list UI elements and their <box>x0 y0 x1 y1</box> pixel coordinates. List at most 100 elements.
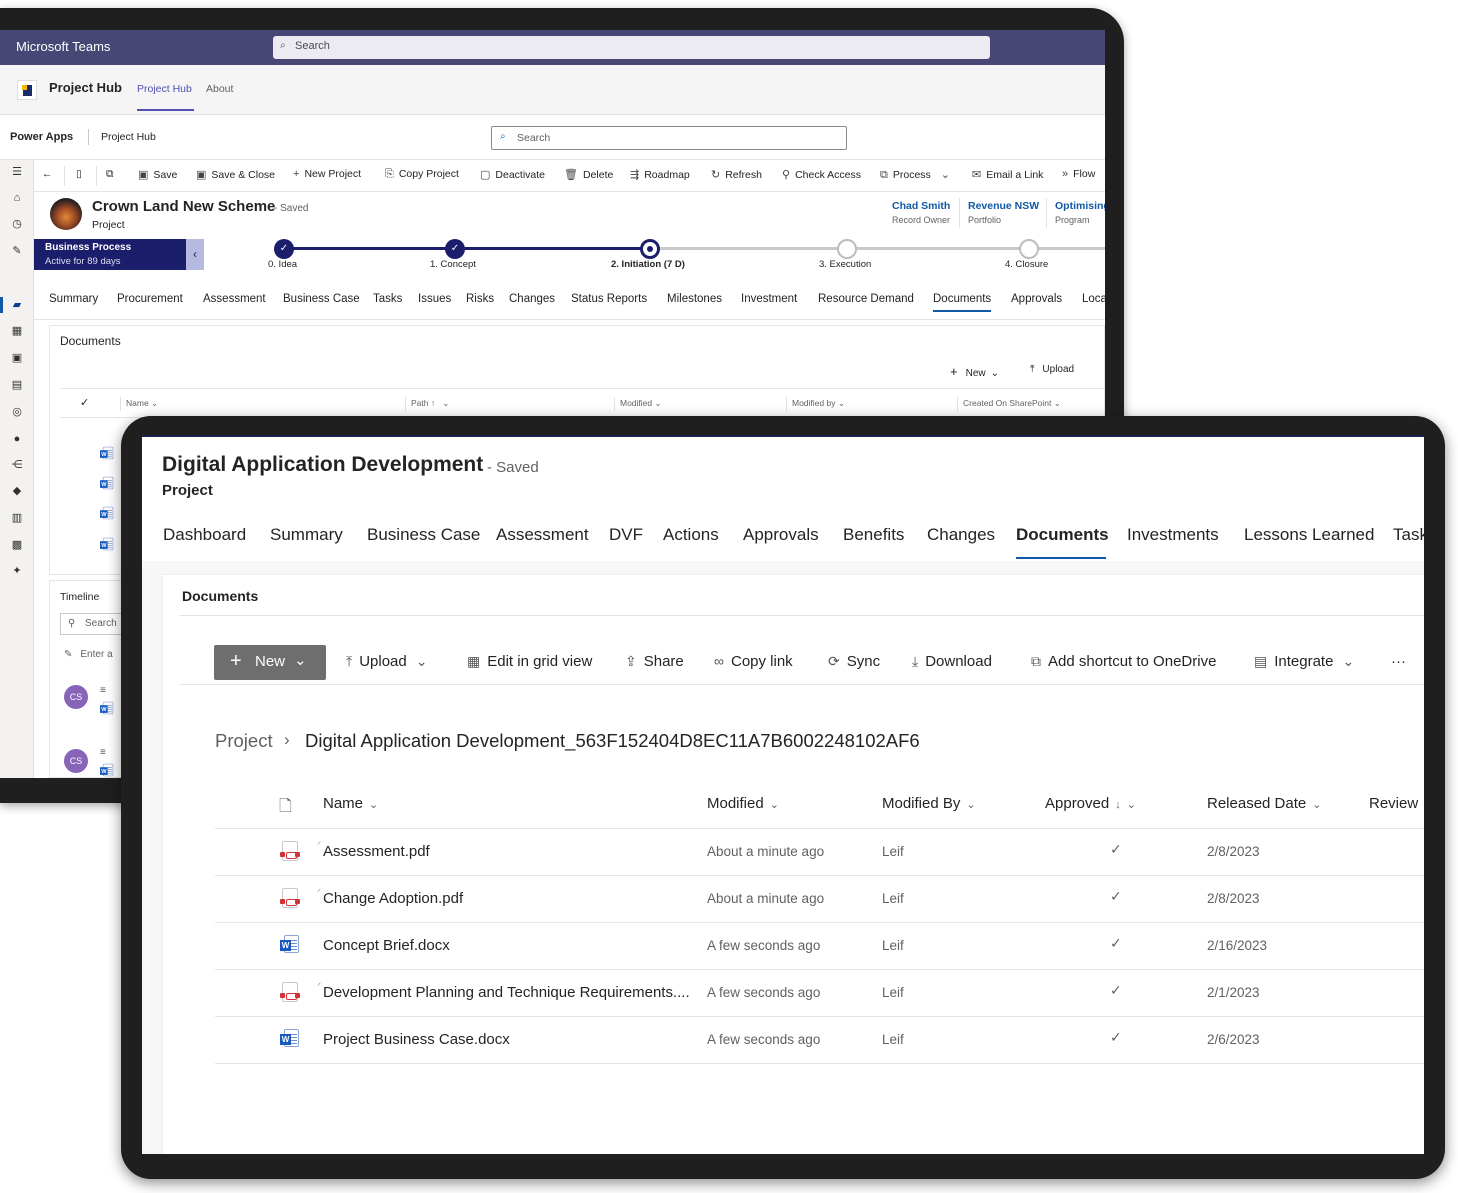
target-icon[interactable]: ◎ <box>9 404 25 420</box>
save-button[interactable]: ▣ Save <box>138 168 177 181</box>
table-row[interactable]: W Concept Brief.docx A few seconds ago L… <box>215 923 1424 970</box>
tab-investments[interactable]: Investments <box>1127 525 1219 545</box>
tab-issues[interactable]: Issues <box>418 293 451 305</box>
tab-business-case[interactable]: Business Case <box>283 293 360 305</box>
tab-dvf[interactable]: DVF <box>609 525 643 545</box>
app-name[interactable]: Project Hub <box>101 131 156 143</box>
more-button[interactable]: ··· <box>1391 653 1406 670</box>
copy-link-button[interactable]: ∞ Copy link <box>714 653 793 670</box>
power-apps-label[interactable]: Power Apps <box>10 131 73 143</box>
tab-resource-demand[interactable]: Resource Demand <box>818 293 914 305</box>
tab-about[interactable]: About <box>206 83 233 95</box>
tab-actions[interactable]: Actions <box>663 525 719 545</box>
tab-changes[interactable]: Changes <box>509 293 555 305</box>
new-project-button[interactable]: + New Project <box>293 168 361 180</box>
stage-initiation-label[interactable]: 2. Initiation (7 D) <box>611 259 685 270</box>
sync-button[interactable]: ⟳ Sync <box>828 653 880 670</box>
edit-grid-button[interactable]: ▦ Edit in grid view <box>467 653 592 670</box>
wrench-icon[interactable]: ✦ <box>9 563 25 579</box>
tab-risks[interactable]: Risks <box>466 293 494 305</box>
tab-location[interactable]: Loca <box>1082 293 1105 305</box>
share-button[interactable]: ⇪ Share <box>625 653 684 670</box>
col-review[interactable]: Review <box>1369 795 1418 812</box>
tab-summary[interactable]: Summary <box>49 293 98 305</box>
tab-benefits[interactable]: Benefits <box>843 525 904 545</box>
refresh-button[interactable]: ↻ Refresh <box>711 168 762 181</box>
table-row[interactable]: W Project Business Case.docx A few secon… <box>215 1017 1424 1064</box>
col-created-sharepoint[interactable]: Created On SharePoint ⌄ <box>963 398 1061 409</box>
check-circle-icon[interactable]: ● <box>9 431 25 447</box>
stage-initiation-dot[interactable] <box>640 239 660 259</box>
tab-investment[interactable]: Investment <box>741 293 797 305</box>
stage-idea-dot[interactable]: ✓ <box>274 239 294 259</box>
stage-closure-label[interactable]: 4. Closure <box>1005 259 1048 270</box>
popout-icon[interactable]: ⧉ <box>106 168 114 181</box>
stage-idea-label[interactable]: 0. Idea <box>268 259 297 270</box>
word-file-icon[interactable]: W <box>100 446 114 460</box>
tab-summary[interactable]: Summary <box>270 525 343 545</box>
hamburger-icon[interactable]: ☰ <box>9 164 25 180</box>
tab-assessment[interactable]: Assessment <box>203 293 266 305</box>
col-modified[interactable]: Modified ⌄ <box>620 398 662 409</box>
stage-execution-dot[interactable] <box>837 239 857 259</box>
tab-project-hub[interactable]: Project Hub <box>137 83 192 95</box>
tab-dashboard[interactable]: Dashboard <box>163 525 246 545</box>
file-name[interactable]: Concept Brief.docx <box>323 937 450 954</box>
table-row[interactable]: ⸝ Change Adoption.pdf About a minute ago… <box>215 876 1424 923</box>
portfolio-field[interactable]: Revenue NSW Portfolio <box>968 200 1039 225</box>
col-modified[interactable]: Modified ⌄ <box>707 795 779 812</box>
stage-concept-dot[interactable]: ✓ <box>445 239 465 259</box>
col-name[interactable]: Name ⌄ <box>323 795 378 812</box>
program-field[interactable]: Optimising Program <box>1055 200 1105 225</box>
tab-lessons-learned[interactable]: Lessons Learned <box>1244 525 1374 545</box>
table-row[interactable]: ⸝ Assessment.pdf About a minute ago Leif… <box>215 829 1424 876</box>
word-file-icon[interactable]: W <box>100 506 114 520</box>
tab-tasks[interactable]: Tasks <box>373 293 402 305</box>
new-button[interactable]: + New ⌄ <box>214 645 326 680</box>
form-icon[interactable]: ▯ <box>76 168 82 180</box>
process-button[interactable]: ⧉ Process ⌄ <box>880 168 955 182</box>
copy-project-button[interactable]: ⎘ Copy Project <box>385 168 459 181</box>
add-shortcut-button[interactable]: ⧉ Add shortcut to OneDrive <box>1031 653 1216 670</box>
col-approved[interactable]: Approved ↓ ⌄ <box>1045 795 1136 812</box>
roadmap-button[interactable]: ⇶ Roadmap <box>630 168 690 181</box>
word-file-icon[interactable]: W <box>100 701 120 726</box>
table-row[interactable]: ⸝ Development Planning and Technique Req… <box>215 970 1424 1017</box>
select-all-check[interactable]: ✓ <box>80 396 89 409</box>
record-owner-field[interactable]: Chad Smith Record Owner <box>892 200 950 225</box>
integrate-button[interactable]: ▤ Integrate ⌄ <box>1254 653 1361 670</box>
power-apps-search-input[interactable]: ⌕ Search <box>491 126 847 150</box>
portfolio-value[interactable]: Revenue NSW <box>968 200 1039 212</box>
tab-approvals[interactable]: Approvals <box>1011 293 1062 305</box>
tab-documents[interactable]: Documents <box>933 293 992 312</box>
file-name[interactable]: Development Planning and Technique Requi… <box>323 984 690 1001</box>
col-path[interactable]: Path ↑ ⌄ <box>411 398 449 409</box>
timeline-search-input[interactable]: ⚲ Search <box>60 613 130 635</box>
stage-concept-label[interactable]: 1. Concept <box>430 259 476 270</box>
deactivate-button[interactable]: ▢ Deactivate <box>480 168 545 181</box>
tab-status-reports[interactable]: Status Reports <box>571 293 647 305</box>
col-modified-by[interactable]: Modified by ⌄ <box>792 398 845 409</box>
tab-procurement[interactable]: Procurement <box>117 293 183 305</box>
home-icon[interactable]: ⌂ <box>9 190 25 206</box>
tab-milestones[interactable]: Milestones <box>667 293 722 305</box>
business-process-box[interactable]: Business Process Active for 89 days <box>34 239 186 270</box>
word-file-icon[interactable]: W <box>100 763 120 778</box>
list-icon[interactable]: ▥ <box>9 510 25 526</box>
file-name[interactable]: Change Adoption.pdf <box>323 890 463 907</box>
share-icon[interactable]: ⋲ <box>9 457 25 473</box>
download-button[interactable]: ⤓ Download <box>912 653 992 670</box>
flow-button[interactable]: » Flow <box>1062 168 1095 180</box>
col-name[interactable]: Name ⌄ <box>126 398 158 409</box>
avatar[interactable]: CS <box>64 749 88 773</box>
breadcrumb-root[interactable]: Project <box>215 730 273 752</box>
save-close-button[interactable]: ▣ Save & Close <box>196 168 275 181</box>
avatar[interactable]: CS <box>64 685 88 709</box>
email-link-button[interactable]: ✉ Email a Link <box>972 168 1043 181</box>
tab-approvals[interactable]: Approvals <box>743 525 819 545</box>
teams-search-input[interactable]: ⌕ Search <box>273 36 990 59</box>
delete-button[interactable]: 🗑 Delete <box>564 168 613 181</box>
briefcase-icon[interactable]: ▤ <box>9 377 25 393</box>
dashboard-icon[interactable]: ▦ <box>9 323 25 339</box>
word-file-icon[interactable]: W <box>100 537 114 551</box>
